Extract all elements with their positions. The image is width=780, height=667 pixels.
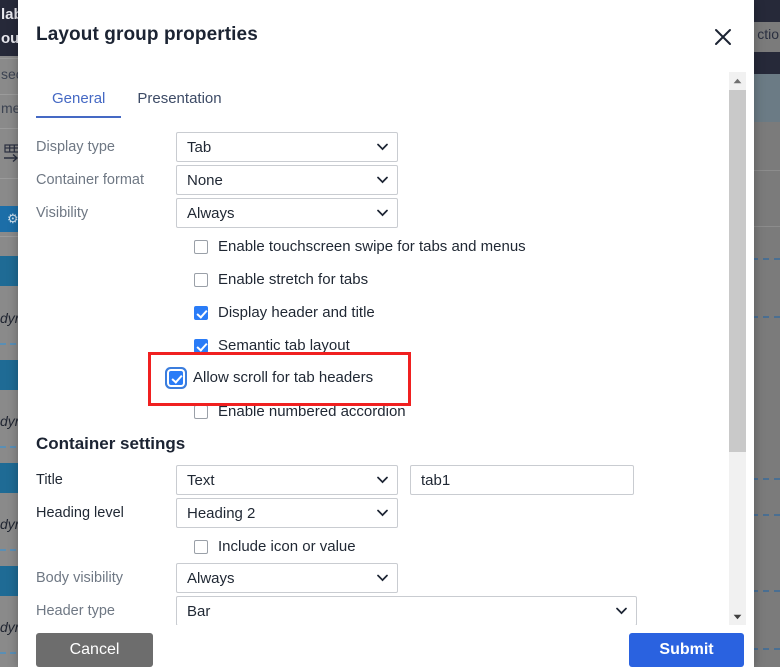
background-right-rail: ctio	[752, 0, 780, 667]
cancel-button[interactable]: Cancel	[36, 633, 153, 667]
dialog-tabs: General Presentation	[36, 86, 238, 118]
title-text-input[interactable]: tab1	[410, 465, 634, 495]
chevron-down-icon	[377, 574, 388, 582]
chevron-down-icon	[377, 509, 388, 517]
chevron-down-icon	[377, 209, 388, 217]
scroll-up-arrow-icon[interactable]	[729, 72, 746, 89]
checkbox-box	[194, 404, 208, 419]
display-type-select[interactable]: Tab	[176, 132, 398, 162]
tab-general[interactable]: General	[36, 86, 122, 118]
dialog-body: General Presentation Display type Tab Co…	[18, 66, 754, 625]
header-type-select[interactable]: Bar	[176, 596, 637, 625]
body-visibility-select[interactable]: Always	[176, 563, 398, 593]
checkbox-include-icon-or-value[interactable]: Include icon or value	[194, 538, 356, 555]
heading-level-select[interactable]: Heading 2	[176, 498, 398, 528]
background-dashed-rule	[752, 478, 780, 480]
chevron-down-icon	[377, 476, 388, 484]
scroll-down-arrow-icon[interactable]	[729, 608, 746, 625]
visibility-label: Visibility	[36, 205, 89, 221]
annotation-checkbox-row[interactable]: Allow scroll for tab headers	[169, 369, 373, 386]
title-label: Title	[36, 472, 63, 488]
checkbox-box	[194, 539, 208, 554]
dialog-scrollbar[interactable]	[729, 72, 746, 625]
container-format-value: None	[187, 171, 223, 189]
display-type-value: Tab	[187, 138, 212, 156]
background-divider	[752, 170, 780, 171]
visibility-value: Always	[187, 204, 235, 222]
close-icon[interactable]	[706, 20, 740, 54]
screen-root: lab out sec met ⚙ dyn dyn dyn dyn ctio L…	[0, 0, 780, 667]
container-format-select[interactable]: None	[176, 165, 398, 195]
background-dashed-rule	[752, 514, 780, 516]
background-right-header	[752, 0, 780, 22]
gear-icon: ⚙	[7, 211, 19, 226]
checkbox-label: Display header and title	[218, 304, 375, 321]
chevron-down-icon	[377, 143, 388, 151]
checkbox-box	[194, 239, 208, 254]
background-right-header-2	[752, 52, 780, 74]
container-settings-heading: Container settings	[36, 434, 186, 453]
background-dashed-rule	[752, 316, 780, 318]
title-text-value: tab1	[421, 471, 451, 489]
checkbox-display-header-and-title[interactable]: Display header and title	[194, 304, 375, 321]
checkbox-box	[169, 370, 183, 385]
background-right-text: ctio	[757, 26, 779, 42]
background-dashed-rule	[752, 648, 780, 650]
annotation-checkbox-label: Allow scroll for tab headers	[193, 369, 374, 386]
heading-level-label: Heading level	[36, 505, 124, 521]
visibility-select[interactable]: Always	[176, 198, 398, 228]
heading-level-value: Heading 2	[187, 504, 256, 522]
background-dashed-rule	[752, 590, 780, 592]
annotation-highlight-box: Allow scroll for tab headers	[148, 352, 411, 406]
checkbox-label: Enable stretch for tabs	[218, 271, 369, 288]
title-type-select[interactable]: Text	[176, 465, 398, 495]
submit-button[interactable]: Submit	[629, 633, 744, 667]
container-format-label: Container format	[36, 172, 144, 188]
header-type-value: Bar	[187, 602, 211, 620]
title-type-value: Text	[187, 471, 215, 489]
display-type-label: Display type	[36, 139, 115, 155]
checkbox-box	[194, 272, 208, 287]
checkbox-box	[194, 305, 208, 320]
checkbox-label: Enable touchscreen swipe for tabs and me…	[218, 238, 526, 255]
layout-group-properties-dialog: Layout group properties General Presenta…	[18, 0, 754, 667]
body-visibility-value: Always	[187, 569, 235, 587]
checkbox-enable-stretch-for-tabs[interactable]: Enable stretch for tabs	[194, 271, 368, 288]
checkbox-enable-touchscreen-swipe[interactable]: Enable touchscreen swipe for tabs and me…	[194, 238, 526, 255]
background-divider	[752, 226, 780, 227]
dialog-title: Layout group properties	[36, 24, 258, 45]
body-visibility-label: Body visibility	[36, 570, 124, 586]
background-dashed-rule	[752, 258, 780, 260]
checkbox-label: Include icon or value	[218, 538, 356, 555]
chevron-down-icon	[616, 607, 627, 615]
chevron-down-icon	[377, 176, 388, 184]
checkbox-box	[194, 338, 208, 353]
header-type-label: Header type	[36, 603, 115, 619]
tab-presentation[interactable]: Presentation	[121, 86, 237, 118]
dialog-scrollbar-thumb[interactable]	[729, 90, 746, 452]
background-right-slate	[752, 74, 780, 122]
